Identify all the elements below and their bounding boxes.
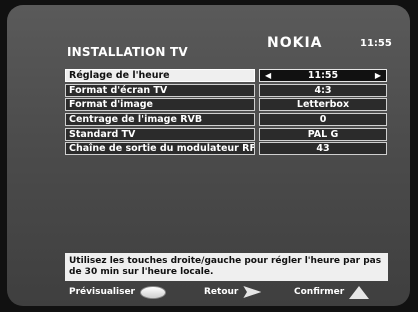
brand-logo: NOKIA — [267, 35, 323, 51]
menu-row-value: 0 — [259, 113, 387, 127]
preview-button[interactable]: Prévisualiser — [69, 285, 166, 299]
confirm-button[interactable]: Confirmer — [294, 285, 370, 299]
menu-row-value-selector[interactable]: ◀ 11:55 ▶ — [259, 69, 387, 82]
menu-row-label: Standard TV — [65, 127, 255, 141]
menu-row-value: 11:55 — [307, 70, 339, 81]
arrow-button-icon — [243, 286, 262, 298]
clock: 11:55 — [360, 38, 392, 49]
confirm-label: Confirmer — [294, 287, 345, 297]
tv-screen: INSTALLATION TV NOKIA 11:55 Réglage de l… — [7, 5, 410, 306]
help-text: Utilisez les touches droite/gauche pour … — [65, 253, 388, 281]
menu-row-image-format[interactable]: Format d'image Letterbox — [65, 98, 387, 112]
menu-row-rf-channel[interactable]: Chaîne de sortie du modulateur RF 43 — [65, 142, 387, 156]
back-label: Retour — [204, 287, 239, 297]
left-arrow-icon[interactable]: ◀ — [265, 70, 271, 81]
menu-row-label: Centrage de l'image RVB — [65, 113, 255, 127]
menu-row-screen-format[interactable]: Format d'écran TV 4:3 — [65, 83, 387, 97]
settings-menu: Réglage de l'heure ◀ 11:55 ▶ Format d'éc… — [65, 69, 387, 157]
menu-row-value: PAL G — [259, 127, 387, 141]
menu-row-label: Chaîne de sortie du modulateur RF — [65, 142, 255, 156]
oval-button-icon — [140, 285, 166, 299]
preview-label: Prévisualiser — [69, 287, 135, 297]
menu-row-rgb-centering[interactable]: Centrage de l'image RVB 0 — [65, 113, 387, 127]
menu-row-label: Format d'image — [65, 98, 255, 112]
page-title: INSTALLATION TV — [67, 45, 188, 59]
menu-row-value: 43 — [259, 142, 387, 156]
menu-row-time[interactable]: Réglage de l'heure ◀ 11:55 ▶ — [65, 69, 387, 82]
menu-row-value: Letterbox — [259, 98, 387, 112]
footer-bar: Prévisualiser Retour Confirmer — [7, 285, 410, 301]
back-button[interactable]: Retour — [204, 285, 262, 299]
menu-row-label: Réglage de l'heure — [65, 69, 255, 82]
triangle-button-icon — [349, 285, 370, 299]
menu-row-label: Format d'écran TV — [65, 83, 255, 97]
menu-row-tv-standard[interactable]: Standard TV PAL G — [65, 127, 387, 141]
menu-row-value: 4:3 — [259, 83, 387, 97]
right-arrow-icon[interactable]: ▶ — [375, 70, 381, 81]
